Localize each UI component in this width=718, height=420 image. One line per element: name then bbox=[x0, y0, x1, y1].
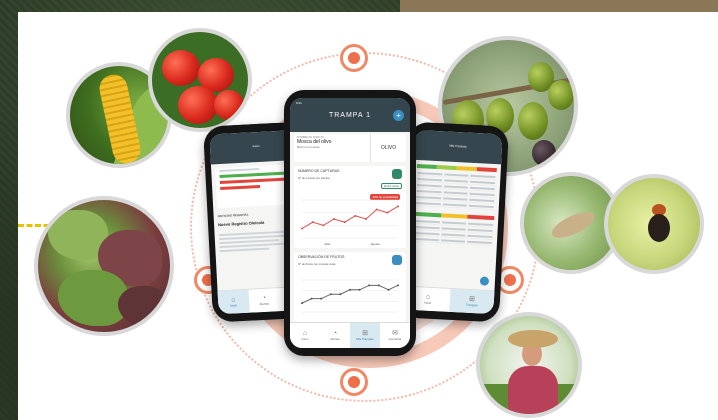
trap-title: TRAMPA 1 bbox=[328, 111, 372, 119]
olive-dark-icon bbox=[532, 140, 556, 166]
data-point bbox=[397, 205, 399, 208]
add-button[interactable]: + bbox=[393, 110, 404, 121]
lettuce-leaf-icon bbox=[118, 286, 168, 326]
x-label: Julio bbox=[324, 242, 331, 246]
crop-label: OLIVO bbox=[380, 145, 397, 151]
tomato-icon bbox=[162, 50, 200, 86]
main-phone-header: 9:41 TRAMPA 1 + bbox=[290, 98, 410, 132]
data-point bbox=[386, 211, 389, 214]
observation-title: OBSERVACIÓN DE FRUTOS bbox=[298, 255, 345, 259]
observation-chart bbox=[301, 279, 399, 313]
average-selector[interactable]: Media diaria bbox=[380, 183, 402, 189]
status-time: 9:41 bbox=[296, 101, 302, 105]
trap-icon: ⊞ bbox=[362, 330, 368, 337]
trap-table bbox=[409, 217, 498, 247]
farmer-shirt-icon bbox=[508, 366, 558, 414]
insect-crop-card[interactable]: NOMBRE DE INSECTO Mosca del olivo Bactro… bbox=[294, 134, 406, 162]
captures-chart bbox=[301, 199, 399, 239]
tab-alerts[interactable]: ◔ Alertas bbox=[320, 323, 350, 348]
background-strip bbox=[400, 0, 718, 12]
right-tab-traps[interactable]: ⊞ Trampas bbox=[449, 288, 495, 315]
data-point bbox=[349, 288, 351, 291]
insect-scientific-name: Bactrocera oleae bbox=[297, 145, 320, 149]
moth-icon bbox=[548, 207, 598, 243]
straw-hat-icon bbox=[508, 330, 558, 348]
main-tab-bar: ⌂ Inicio ◔ Alertas ⊞ Mis Trampas ✉ Contactar bbox=[290, 322, 410, 348]
tomato-icon bbox=[214, 90, 244, 120]
data-point bbox=[301, 302, 303, 305]
phone-notch bbox=[327, 90, 373, 97]
farmer-photo bbox=[476, 312, 582, 418]
left-tab-home[interactable]: ⌂ Inicio bbox=[217, 289, 250, 315]
data-point bbox=[354, 214, 357, 217]
tab-contact[interactable]: ✉ Contactar bbox=[380, 323, 410, 348]
captures-subtitle: Nº de moscas por trampa bbox=[298, 176, 330, 180]
data-point bbox=[375, 208, 378, 211]
tomato-icon bbox=[178, 86, 218, 124]
captures-title: NÚMERO DE CAPTURAS bbox=[298, 169, 340, 173]
home-icon: ⌂ bbox=[302, 330, 308, 337]
status-bar-red bbox=[220, 184, 261, 191]
observation-subtitle: Nº de frutos con moscas vivas bbox=[298, 262, 336, 266]
main-phone: 9:41 TRAMPA 1 + NOMBRE DE INSECTO Mosca … bbox=[284, 90, 416, 356]
main-phone-screen: 9:41 TRAMPA 1 + NOMBRE DE INSECTO Mosca … bbox=[290, 98, 410, 348]
right-phone-title: Mis Trampas bbox=[449, 143, 467, 149]
right-phone-screen: Mis Trampas ⌂ Inicio ⊞ Trampas bbox=[405, 129, 503, 315]
data-point bbox=[387, 288, 390, 291]
data-point bbox=[368, 284, 371, 287]
data-point bbox=[311, 221, 314, 224]
tab-home[interactable]: ⌂ Inicio bbox=[290, 323, 320, 348]
add-fab-button[interactable] bbox=[479, 276, 490, 286]
observation-line bbox=[301, 284, 399, 304]
news-section-title: NOTICIAS REGIONAL bbox=[217, 212, 249, 219]
chat-icon: ✉ bbox=[392, 330, 398, 337]
data-point bbox=[343, 221, 346, 224]
right-phone-header: Mis Trampas bbox=[413, 129, 503, 165]
data-point bbox=[333, 218, 335, 220]
data-point bbox=[365, 218, 367, 220]
insect-icon bbox=[648, 214, 670, 242]
lettuce-photo bbox=[34, 196, 174, 336]
observation-section: OBSERVACIÓN DE FRUTOS Nº de frutos con m… bbox=[294, 252, 406, 322]
data-point bbox=[339, 293, 342, 296]
ring-node-bottom bbox=[340, 368, 368, 396]
clock-icon: ◔ bbox=[332, 330, 338, 337]
data-point bbox=[310, 297, 313, 300]
data-point bbox=[301, 227, 303, 230]
data-point bbox=[322, 224, 325, 227]
insect-photo bbox=[604, 174, 704, 274]
ring-node-top bbox=[340, 44, 368, 72]
x-label: Agosto bbox=[370, 242, 380, 246]
tab-my-traps[interactable]: ⊞ Mis Trampas bbox=[350, 323, 380, 348]
left-tab-alerts[interactable]: ◔ Alertas bbox=[248, 288, 280, 313]
data-point bbox=[329, 293, 332, 296]
data-point bbox=[397, 284, 399, 287]
lettuce-leaf-icon bbox=[58, 270, 128, 326]
olive-icon bbox=[518, 102, 548, 140]
trap-table bbox=[411, 169, 501, 211]
olive-icon bbox=[548, 80, 574, 110]
captures-section: NÚMERO DE CAPTURAS Nº de moscas por tram… bbox=[294, 166, 406, 248]
right-tab-bar: ⌂ Inicio ⊞ Trampas bbox=[405, 285, 495, 315]
data-point bbox=[358, 288, 361, 291]
data-point bbox=[377, 284, 380, 287]
trap-icon[interactable] bbox=[392, 169, 402, 179]
captures-x-axis: Julio Agosto bbox=[304, 242, 400, 246]
data-point bbox=[320, 297, 323, 300]
tomato-photo bbox=[148, 28, 252, 132]
calendar-icon[interactable] bbox=[392, 255, 402, 265]
